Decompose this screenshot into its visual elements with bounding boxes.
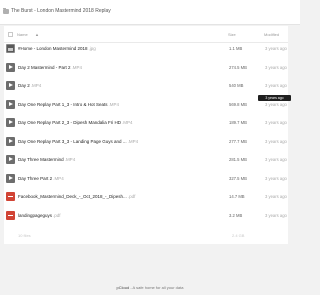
file-modified: 3 years ago bbox=[265, 64, 287, 70]
file-extension: .MP4 bbox=[108, 101, 120, 107]
file-modified: 3 years ago bbox=[265, 120, 287, 125]
file-modified: 3 years ago bbox=[265, 46, 287, 51]
file-size: 540 MB bbox=[229, 83, 244, 88]
file-count: 10 files bbox=[18, 233, 31, 238]
file-row[interactable]: Day 2.MP4 540 MB 3 years ago bbox=[4, 80, 288, 94]
video-icon bbox=[6, 155, 15, 164]
file-name-base: landingpageguys bbox=[18, 212, 53, 218]
file-size: 569.8 MB bbox=[229, 101, 247, 107]
video-icon bbox=[6, 62, 15, 72]
file-modified: 3 years ago bbox=[265, 175, 287, 181]
file-size: 281.5 MB bbox=[229, 157, 247, 162]
file-extension: .MP4 bbox=[64, 157, 76, 162]
file-extension: .pdf bbox=[53, 212, 61, 218]
file-extension: .jpg bbox=[88, 46, 96, 51]
video-icon bbox=[6, 136, 15, 146]
column-header-name[interactable]: Name bbox=[17, 32, 28, 37]
file-name-base: Day 2 Mastermind - Part 2 bbox=[18, 64, 71, 70]
file-name-base: Day Three Part 2 bbox=[18, 175, 53, 181]
file-name-base: #Home - London Mastermind 2018 bbox=[18, 46, 88, 51]
file-modified: 3 years ago bbox=[265, 101, 287, 107]
file-name[interactable]: Day One Replay Part 3_3 - Landing Page G… bbox=[18, 139, 138, 144]
folder-title: The Burst - London Mastermind 2018 Repla… bbox=[11, 8, 111, 14]
file-row[interactable]: Day 2 Mastermind - Part 2.MP4 274.5 MB 3 y… bbox=[4, 62, 288, 76]
footer: pCloud - A safe home for all your data bbox=[0, 285, 300, 290]
summary-row: 10 files 2.4 GB bbox=[4, 230, 288, 242]
file-row[interactable]: Day One Replay Part 3_3 - Landing Page G… bbox=[4, 136, 288, 150]
total-size: 2.4 GB bbox=[232, 233, 245, 238]
file-size: 14.7 MB bbox=[229, 194, 245, 199]
file-name[interactable]: Day One Replay Part 2_3 - Dipesh Mandali… bbox=[18, 120, 133, 125]
file-size: 3.2 MB bbox=[229, 212, 243, 218]
file-extension: .MP4 bbox=[127, 138, 139, 144]
file-size: 277.7 MB bbox=[229, 138, 247, 144]
folder-icon bbox=[3, 8, 9, 14]
tooltip: 3 years ago bbox=[258, 95, 291, 101]
column-header-size[interactable]: Size bbox=[228, 32, 236, 37]
file-name[interactable]: Day Three Mastermind.MP4 bbox=[18, 157, 75, 162]
video-icon bbox=[6, 118, 15, 127]
file-row[interactable]: #Home - London Mastermind 2018.jpg 1.1 MB… bbox=[4, 43, 288, 57]
file-modified: 3 years ago bbox=[265, 212, 287, 218]
file-name[interactable]: Day 2.MP4 bbox=[18, 83, 41, 88]
file-row[interactable]: Facebook_Mastermind_Deck_-_Oct_2018_-_Di… bbox=[4, 191, 288, 205]
footer-brand[interactable]: pCloud bbox=[117, 285, 130, 290]
file-size: 274.5 MB bbox=[229, 64, 247, 70]
file-name-base: Day One Replay Part 3_3 - Landing Page G… bbox=[18, 138, 127, 144]
column-header-modified[interactable]: Modified bbox=[264, 32, 279, 37]
file-modified: 3 years ago bbox=[265, 194, 287, 199]
file-extension: .MP4 bbox=[122, 120, 133, 125]
file-size: 327.5 MB bbox=[229, 175, 247, 181]
select-all-checkbox[interactable] bbox=[8, 32, 13, 37]
file-extension: .MP4 bbox=[30, 83, 42, 88]
file-modified: 3 years ago bbox=[265, 157, 287, 162]
file-row[interactable]: Day Three Part 2.MP4 327.5 MB 3 years ago bbox=[4, 173, 288, 187]
file-row[interactable]: Day One Replay Part 2_3 - Dipesh Mandali… bbox=[4, 117, 288, 131]
file-name-base: Day One Replay Part 1_3 - Intro & Hot Se… bbox=[18, 101, 108, 107]
file-row[interactable]: Day One Replay Part 1_3 - Intro & Hot Se… bbox=[4, 99, 288, 113]
file-list-header: Name ▲ Size Modified bbox=[4, 26, 288, 43]
file-name[interactable]: Day One Replay Part 1_3 - Intro & Hot Se… bbox=[18, 102, 119, 107]
image-icon bbox=[6, 44, 15, 53]
file-name-base: Day Three Mastermind bbox=[18, 157, 64, 162]
sort-ascending-icon[interactable]: ▲ bbox=[35, 32, 39, 37]
file-extension: .pdf bbox=[127, 194, 136, 199]
file-row[interactable]: Day Three Mastermind.MP4 281.5 MB 3 years … bbox=[4, 154, 288, 168]
file-modified: 3 years ago bbox=[265, 138, 287, 144]
video-icon bbox=[6, 99, 15, 109]
app-window: { "topbar": { "title": "The Burst - Lond… bbox=[0, 0, 300, 295]
top-bar: The Burst - London Mastermind 2018 Repla… bbox=[0, 0, 300, 25]
file-name-base: Day 2 bbox=[18, 83, 30, 88]
file-modified: 3 years ago bbox=[265, 83, 287, 88]
footer-tagline: - A safe home for all your data bbox=[129, 285, 184, 290]
file-size: 189.7 MB bbox=[229, 120, 247, 125]
file-name[interactable]: Day Three Part 2.MP4 bbox=[18, 176, 64, 181]
pdf-icon bbox=[6, 192, 15, 201]
file-list-panel: Name ▲ Size Modified #Home - London Mast… bbox=[4, 26, 288, 244]
file-size: 1.1 MB bbox=[229, 46, 243, 51]
pdf-icon bbox=[6, 210, 15, 220]
file-name-base: Day One Replay Part 2_3 - Dipesh Mandali… bbox=[18, 120, 122, 125]
file-extension: .MP4 bbox=[71, 64, 83, 70]
video-icon bbox=[6, 173, 15, 183]
file-name[interactable]: Facebook_Mastermind_Deck_-_Oct_2018_-_Di… bbox=[18, 194, 135, 199]
file-name[interactable]: landingpageguys.pdf bbox=[18, 213, 61, 218]
video-icon bbox=[6, 81, 15, 90]
file-name[interactable]: Day 2 Mastermind - Part 2.MP4 bbox=[18, 65, 82, 70]
file-extension: .MP4 bbox=[53, 175, 64, 181]
file-row[interactable]: landingpageguys.pdf 3.2 MB 3 years ago bbox=[4, 210, 288, 224]
file-name-base: Facebook_Mastermind_Deck_-_Oct_2018_-_Di… bbox=[18, 194, 127, 199]
file-name[interactable]: #Home - London Mastermind 2018.jpg bbox=[18, 46, 96, 51]
